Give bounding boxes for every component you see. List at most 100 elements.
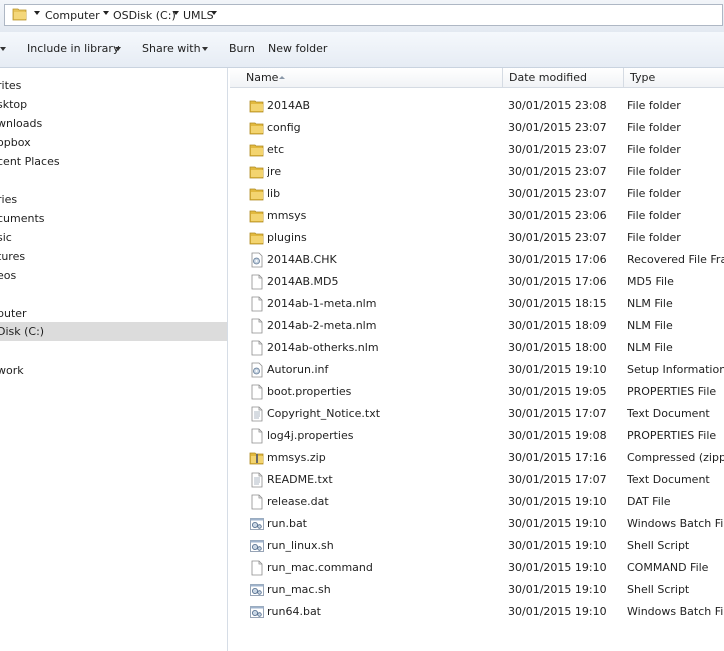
file-row[interactable]: etc 30/01/2015 23:07 File folder [230,139,724,161]
nav-item-documents[interactable]: cuments [0,209,227,228]
file-row[interactable]: plugins 30/01/2015 23:07 File folder [230,227,724,249]
file-row[interactable]: mmsys.zip 30/01/2015 17:16 Compressed (zip… [230,447,724,469]
file-name: 2014AB.CHK [267,253,337,266]
folder-icon [249,98,265,114]
file-row[interactable]: lib 30/01/2015 23:07 File folder [230,183,724,205]
batch-file-icon [249,604,265,620]
file-row[interactable]: mmsys 30/01/2015 23:06 File folder [230,205,724,227]
burn-button[interactable]: Burn [229,42,255,55]
file-name: run_linux.sh [267,539,334,552]
nav-item-libraries[interactable]: ries [0,190,227,209]
file-type: Recovered File Fragm [627,253,724,266]
file-row[interactable]: 2014ab-2-meta.nlm 30/01/2015 18:09 NLM Fil… [230,315,724,337]
blank-file-icon [249,274,265,290]
nav-item-network[interactable]: work [0,361,227,380]
file-name: plugins [267,231,307,244]
file-name: run_mac.command [267,561,373,574]
file-row[interactable]: 2014AB 30/01/2015 23:08 File folder [230,95,724,117]
breadcrumb-umls[interactable]: UMLS [183,9,214,22]
file-date-modified: 30/01/2015 17:07 [508,407,607,420]
file-date-modified: 30/01/2015 17:07 [508,473,607,486]
file-type: COMMAND File [627,561,709,574]
share-with-button[interactable]: Share with [142,42,201,55]
column-header-type[interactable]: Type [624,68,724,88]
nav-item-osdisk[interactable]: Disk (C:) [0,322,227,341]
file-row[interactable]: run_mac.sh 30/01/2015 19:10 Shell Script [230,579,724,601]
file-date-modified: 30/01/2015 17:06 [508,275,607,288]
file-date-modified: 30/01/2015 23:07 [508,121,607,134]
file-name: etc [267,143,285,156]
file-row[interactable]: Copyright_Notice.txt 30/01/2015 17:07 Text… [230,403,724,425]
chevron-down-icon[interactable] [173,11,179,15]
chevron-down-icon[interactable] [103,11,109,15]
nav-item-favorites[interactable]: rites [0,76,227,95]
folder-icon [12,8,27,21]
file-date-modified: 30/01/2015 23:07 [508,143,607,156]
file-date-modified: 30/01/2015 18:00 [508,341,607,354]
chevron-down-icon[interactable] [34,11,40,15]
file-row[interactable]: 2014ab-otherks.nlm 30/01/2015 18:00 NLM Fi… [230,337,724,359]
nav-item-dropbox[interactable]: opbox [0,133,227,152]
file-type: File folder [627,121,681,134]
nav-item-music[interactable]: sic [0,228,227,247]
file-row[interactable]: run_linux.sh 30/01/2015 19:10 Shell Script [230,535,724,557]
file-row[interactable]: run64.bat 30/01/2015 19:10 Windows Batch F… [230,601,724,623]
include-in-library-button[interactable]: Include in library [27,42,119,55]
chevron-down-icon[interactable] [202,47,208,51]
text-file-icon [249,472,265,488]
chevron-down-icon[interactable] [115,47,121,51]
file-row[interactable]: Autorun.inf 30/01/2015 19:10 Setup Informa… [230,359,724,381]
file-row[interactable]: config 30/01/2015 23:07 File folder [230,117,724,139]
file-name: Autorun.inf [267,363,329,376]
file-type: PROPERTIES File [627,385,717,398]
file-type: PROPERTIES File [627,429,717,442]
file-type: NLM File [627,297,673,310]
nav-item-downloads[interactable]: wnloads [0,114,227,133]
file-date-modified: 30/01/2015 23:07 [508,231,607,244]
batch-file-icon [249,582,265,598]
organize-dropdown-icon[interactable] [0,47,6,51]
blank-file-icon [249,296,265,312]
blank-file-icon [249,428,265,444]
breadcrumb-osdisk[interactable]: OSDisk (C:) [113,9,176,22]
blank-file-icon [249,560,265,576]
file-name: run.bat [267,517,307,530]
chevron-down-icon[interactable] [211,11,217,15]
file-type: File folder [627,143,681,156]
gear-file-icon [249,362,265,378]
folder-icon [249,186,265,202]
file-row[interactable]: 2014AB.CHK 30/01/2015 17:06 Recovered File… [230,249,724,271]
file-date-modified: 30/01/2015 23:07 [508,187,607,200]
file-row[interactable]: 2014ab-1-meta.nlm 30/01/2015 18:15 NLM Fil… [230,293,724,315]
file-type: File folder [627,187,681,200]
folder-icon [249,120,265,136]
file-name: README.txt [267,473,333,486]
file-row[interactable]: run.bat 30/01/2015 19:10 Windows Batch Fil… [230,513,724,535]
column-header-name[interactable]: Name [230,68,503,88]
file-name: Copyright_Notice.txt [267,407,381,420]
file-row[interactable]: release.dat 30/01/2015 19:10 DAT File [230,491,724,513]
file-row[interactable]: log4j.properties 30/01/2015 19:08 PROPERTI… [230,425,724,447]
nav-item-desktop[interactable]: sktop [0,95,227,114]
new-folder-button[interactable]: New folder [268,42,327,55]
file-row[interactable]: README.txt 30/01/2015 17:07 Text Document [230,469,724,491]
file-row[interactable]: 2014AB.MD5 30/01/2015 17:06 MD5 File [230,271,724,293]
nav-item-computer[interactable]: puter [0,304,227,323]
file-name: 2014ab-otherks.nlm [267,341,379,354]
file-type: Shell Script [627,539,690,552]
nav-item-videos[interactable]: eos [0,266,227,285]
file-date-modified: 30/01/2015 23:07 [508,165,607,178]
file-row[interactable]: boot.properties 30/01/2015 19:05 PROPERTIE… [230,381,724,403]
file-row[interactable]: jre 30/01/2015 23:07 File folder [230,161,724,183]
navigation-pane: rites sktop wnloads opbox cent Places ri… [0,68,228,651]
file-date-modified: 30/01/2015 19:10 [508,561,607,574]
nav-item-recent-places[interactable]: cent Places [0,152,227,171]
address-box[interactable]: Computer OSDisk (C:) UMLS [4,4,723,26]
nav-item-pictures[interactable]: tures [0,247,227,266]
file-row[interactable]: run_mac.command 30/01/2015 19:10 COMMAND F… [230,557,724,579]
file-date-modified: 30/01/2015 17:16 [508,451,607,464]
breadcrumb-computer[interactable]: Computer [45,9,100,22]
file-date-modified: 30/01/2015 17:06 [508,253,607,266]
file-date-modified: 30/01/2015 19:10 [508,517,607,530]
column-header-date-modified[interactable]: Date modified [503,68,624,88]
